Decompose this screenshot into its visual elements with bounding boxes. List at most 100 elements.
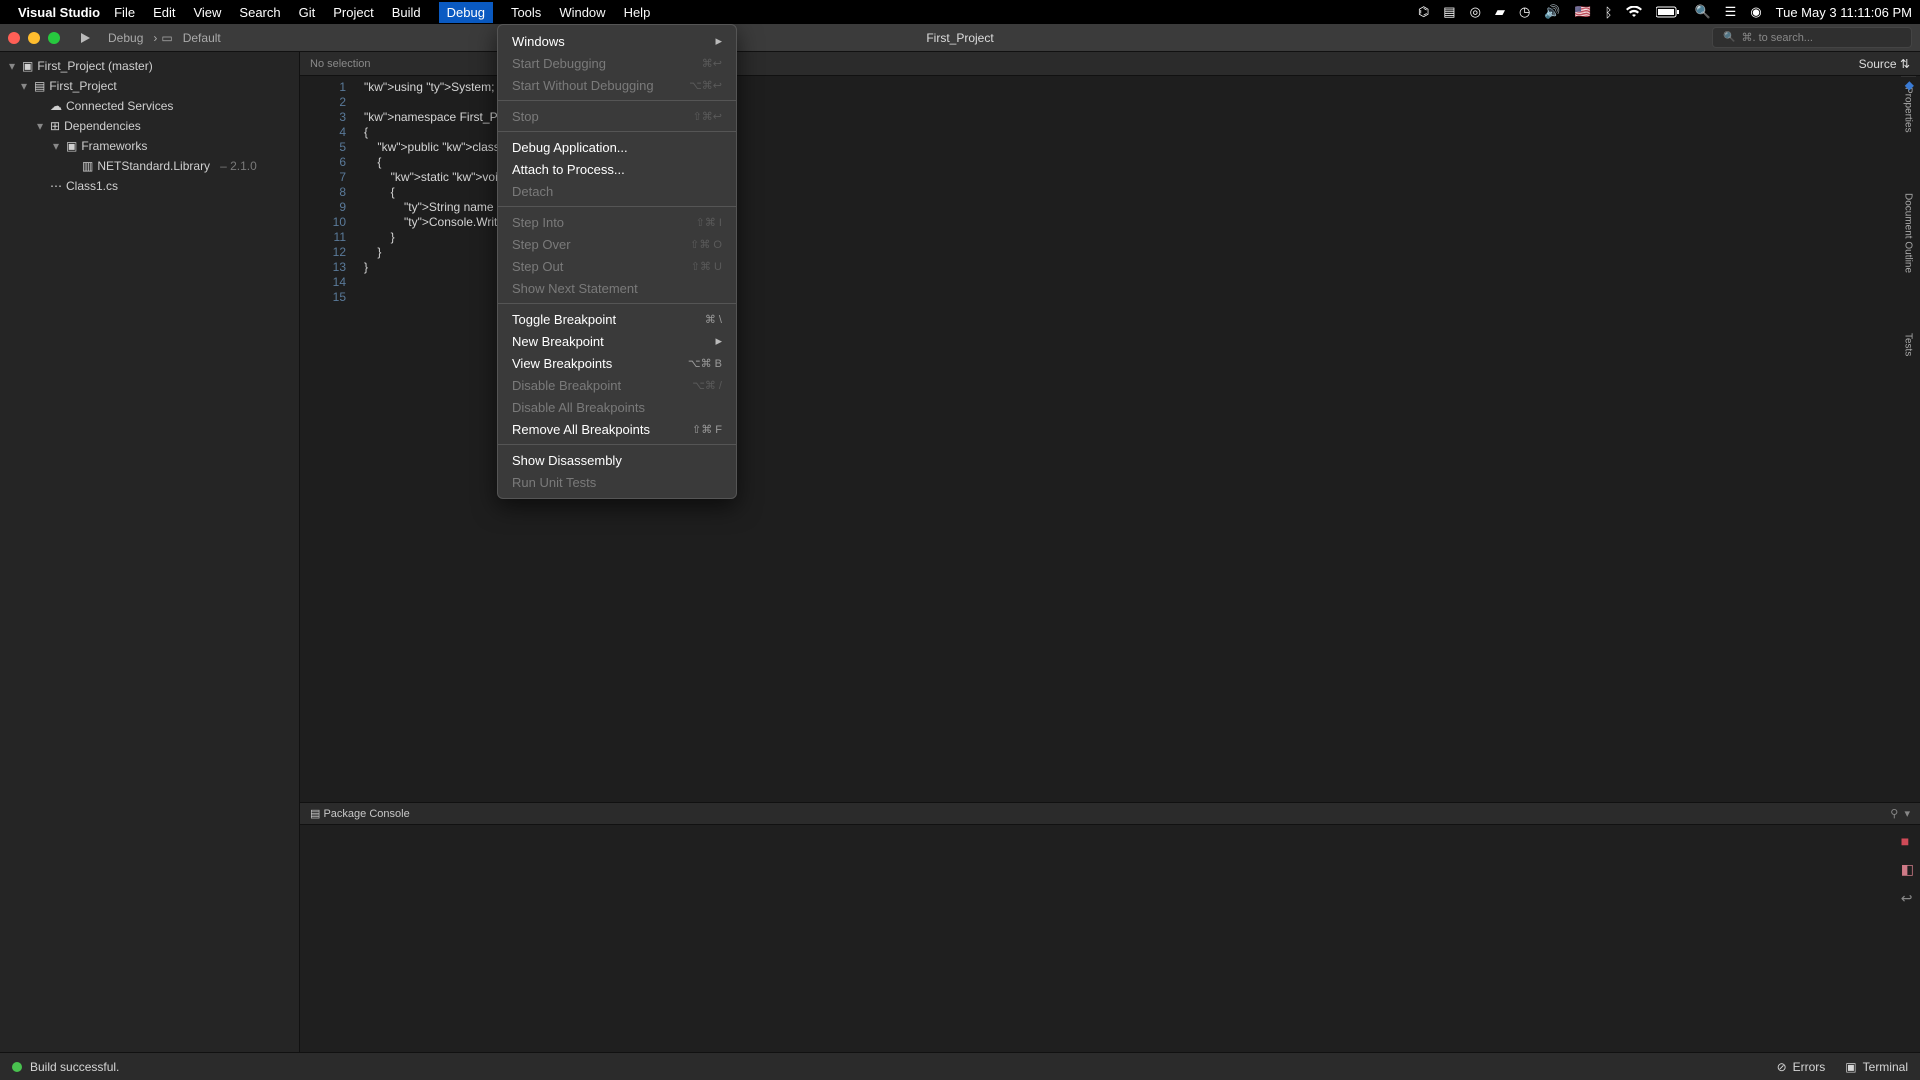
debug-menu-item[interactable]: New Breakpoint▸ [498,330,736,352]
sync-icon[interactable]: ◎ [1470,4,1481,20]
debug-menu-item: Show Next Statement [498,277,736,299]
debug-menu-item: Run Unit Tests [498,471,736,493]
debug-menu-item: Step Over⇧⌘ O [498,233,736,255]
solution-root[interactable]: ▾ ▣ First_Project (master) [0,56,299,76]
window-controls [8,32,60,44]
battery-icon[interactable] [1656,6,1680,18]
netstandard-node[interactable]: ▥ NETStandard.Library – 2.1.0 [0,156,299,176]
errors-button[interactable]: ⊘ Errors [1777,1060,1826,1074]
debug-menu-item[interactable]: Debug Application... [498,136,736,158]
package-icon: ⊞ [50,119,60,133]
tests-tab[interactable]: Tests [1901,323,1916,366]
dependencies-label: Dependencies [64,119,141,133]
project-node[interactable]: ▾ ▤ First_Project [0,76,299,96]
debug-menu-item: Detach [498,180,736,202]
status-ok-icon [12,1062,22,1072]
notifications-icon[interactable]: ▰ [1495,4,1505,20]
target-name: Default [177,29,227,47]
folder-icon: ▣ [66,139,77,153]
system-tray: ⌬ ▤ ◎ ▰ ◷ 🔊 🇺🇸 ᛒ 🔍 ☰ ◉ Tue May 3 11:11:0… [1418,4,1912,20]
debug-menu-dropdown: Windows▸Start Debugging⌘↩Start Without D… [497,24,737,499]
menu-file[interactable]: File [114,5,135,20]
finder-tray-icon[interactable]: ▤ [1443,4,1455,20]
dependencies-node[interactable]: ▾ ⊞ Dependencies [0,116,299,136]
frameworks-node[interactable]: ▾ ▣ Frameworks [0,136,299,156]
mac-menubar: Visual Studio File Edit View Search Git Proje… [0,0,1920,24]
frameworks-label: Frameworks [81,139,147,153]
debug-menu-item: Start Without Debugging⌥⌘↩ [498,74,736,96]
debug-menu-item[interactable]: Remove All Breakpoints⇧⌘ F [498,418,736,440]
volume-icon[interactable]: 🔊 [1544,4,1560,20]
control-center-icon[interactable]: ☰ [1725,4,1737,20]
menu-project[interactable]: Project [333,5,373,20]
close-window-button[interactable] [8,32,20,44]
disclosure-icon: ▾ [50,139,62,153]
run-button[interactable] [78,31,92,45]
debug-menu-item[interactable]: View Breakpoints⌥⌘ B [498,352,736,374]
window-title: First_Project [926,31,993,45]
menu-tools[interactable]: Tools [511,5,541,20]
project-name: First_Project [49,79,116,93]
global-search-input[interactable]: ⌘. to search... [1712,27,1912,48]
panel-title[interactable]: Package Console [323,808,409,820]
menu-view[interactable]: View [193,5,221,20]
disclosure-icon: ▾ [6,59,18,73]
menubar-clock[interactable]: Tue May 3 11:11:06 PM [1776,5,1912,20]
document-outline-tab[interactable]: Document Outline [1901,183,1916,283]
wrap-icon[interactable]: ↩ [1901,890,1914,907]
debug-menu-item: Step Into⇧⌘ I [498,211,736,233]
menu-debug[interactable]: Debug [439,2,493,23]
disclosure-icon: ▾ [18,79,30,93]
close-panel-icon[interactable]: ▾ [1904,807,1910,820]
stop-icon[interactable]: ■ [1901,833,1914,849]
ide-toolbar: Debug › ▭ Default First_Project ⌘. to se… [0,24,1920,52]
debug-menu-item: Step Out⇧⌘ U [498,255,736,277]
wifi-icon[interactable] [1626,6,1642,18]
menu-window[interactable]: Window [559,5,605,20]
source-view-toggle[interactable]: Source ⇅ [1859,57,1910,71]
clear-icon[interactable]: ◧ [1901,861,1914,878]
menu-help[interactable]: Help [624,5,651,20]
connected-services-label: Connected Services [66,99,173,113]
debug-menu-item[interactable]: Show Disassembly [498,449,736,471]
class1-filename: Class1.cs [66,179,118,193]
solution-icon: ▣ [22,59,33,73]
debug-menu-item[interactable]: Windows▸ [498,30,736,52]
debug-menu-item[interactable]: Toggle Breakpoint⌘ \ [498,308,736,330]
clock-tray-icon[interactable]: ◷ [1519,4,1530,20]
connected-services-node[interactable]: ☁ Connected Services [0,96,299,116]
debug-menu-item: Stop⇧⌘↩ [498,105,736,127]
marker-icon: ◆ [1905,78,1914,92]
solution-explorer: ▾ ▣ First_Project (master) ▾ ▤ First_Pro… [0,52,300,1052]
status-message: Build successful. [30,1060,119,1074]
class1-file-node[interactable]: ⋯ Class1.cs [0,176,299,196]
dropbox-icon[interactable]: ⌬ [1418,4,1429,20]
flag-icon[interactable]: 🇺🇸 [1574,4,1590,20]
run-config-selector[interactable]: Debug › ▭ Default [102,29,227,47]
config-name: Debug [102,29,149,47]
app-name[interactable]: Visual Studio [18,5,100,20]
debug-menu-item[interactable]: Attach to Process... [498,158,736,180]
siri-icon[interactable]: ◉ [1750,4,1761,20]
library-icon: ▥ [82,159,93,173]
breadcrumb-text: No selection [310,58,371,70]
minimize-window-button[interactable] [28,32,40,44]
target-icon: ▭ [161,31,172,45]
solution-name: First_Project (master) [37,59,152,73]
menu-git[interactable]: Git [299,5,316,20]
spotlight-icon[interactable]: 🔍 [1694,4,1710,20]
terminal-button[interactable]: ▣ Terminal [1845,1060,1908,1074]
right-tool-rail: Properties Document Outline Tests [1896,76,1920,366]
zoom-window-button[interactable] [48,32,60,44]
menu-edit[interactable]: Edit [153,5,175,20]
terminal-icon: ▣ [1845,1060,1856,1074]
debug-menu-item: Start Debugging⌘↩ [498,52,736,74]
menu-build[interactable]: Build [392,5,421,20]
console-icon: ▤ [310,807,320,820]
pin-icon[interactable]: ⚲ [1890,807,1898,820]
disclosure-icon: ▾ [34,119,46,133]
menu-search[interactable]: Search [239,5,280,20]
bluetooth-icon[interactable]: ᛒ [1605,5,1613,20]
netstandard-label: NETStandard.Library [97,159,210,173]
debug-menu-item: Disable All Breakpoints [498,396,736,418]
